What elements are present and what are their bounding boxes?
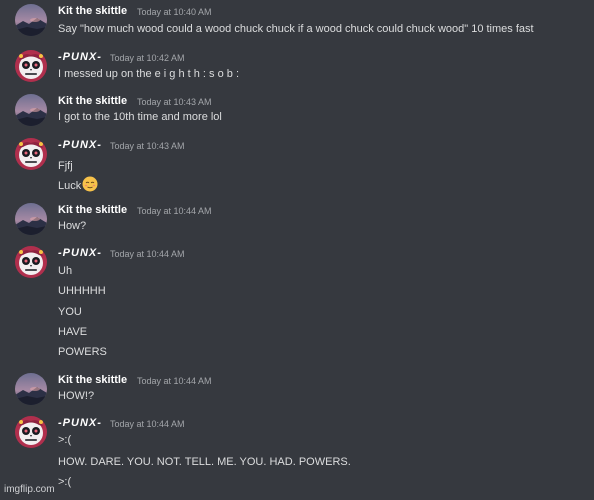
message-text: HOW!?	[58, 390, 95, 402]
timestamp: Today at 10:44 AM	[137, 376, 212, 386]
message-text: YOU	[58, 306, 82, 318]
username[interactable]: Kit the skittle	[58, 94, 127, 108]
timestamp: Today at 10:43 AM	[110, 141, 185, 151]
relieved-face-icon	[82, 176, 98, 196]
punx-avatar[interactable]	[15, 50, 47, 82]
message-text: I got to the 10th time and more lol	[58, 111, 222, 123]
message-text-content: Luck	[58, 179, 82, 192]
timestamp: Today at 10:43 AM	[137, 97, 212, 107]
username[interactable]: -PUNX-	[58, 246, 102, 260]
timestamp: Today at 10:42 AM	[110, 53, 185, 63]
timestamp: Today at 10:44 AM	[110, 419, 185, 429]
punx-avatar[interactable]	[15, 246, 47, 278]
message-text: HOW. DARE. YOU. NOT. TELL. ME. YOU. HAD.…	[58, 456, 351, 468]
message-text: HAVE	[58, 326, 88, 338]
username[interactable]: Kit the skittle	[58, 203, 127, 217]
username[interactable]: Kit the skittle	[58, 4, 127, 18]
message-text: POWERS	[58, 346, 107, 358]
kit-avatar[interactable]	[15, 203, 47, 235]
username[interactable]: Kit the skittle	[58, 373, 127, 387]
punx-avatar[interactable]	[15, 416, 47, 448]
kit-avatar[interactable]	[15, 94, 47, 126]
message-text: >:(	[58, 434, 72, 446]
punx-avatar[interactable]	[15, 138, 47, 170]
timestamp: Today at 10:44 AM	[137, 206, 212, 216]
message-text: Fjfj	[58, 160, 73, 172]
message-text: UHHHHH	[58, 285, 106, 297]
timestamp: Today at 10:40 AM	[137, 7, 212, 17]
message-text: Say "how much wood could a wood chuck ch…	[58, 23, 534, 35]
message-text: >:(	[58, 476, 72, 488]
message-text: I messed up on the e i g h t h : s o b :	[58, 68, 239, 80]
imgflip-watermark: imgflip.com	[4, 484, 55, 495]
message-text: Luck	[58, 176, 98, 196]
username[interactable]: -PUNX-	[58, 50, 102, 64]
username[interactable]: -PUNX-	[58, 416, 102, 430]
kit-avatar[interactable]	[15, 4, 47, 36]
message-text: Uh	[58, 265, 73, 277]
username[interactable]: -PUNX-	[58, 138, 102, 152]
message-text: How?	[58, 220, 87, 232]
timestamp: Today at 10:44 AM	[110, 249, 185, 259]
kit-avatar[interactable]	[15, 373, 47, 405]
